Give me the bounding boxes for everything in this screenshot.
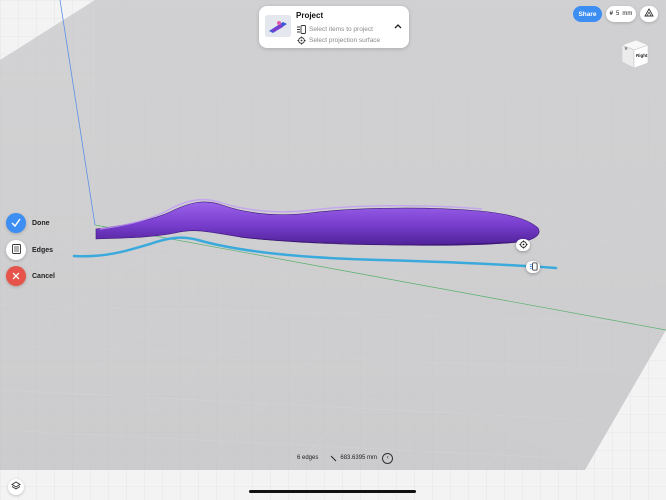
crosshair-icon [518,236,528,254]
chevron-up-icon[interactable] [393,21,403,31]
status-bar: 6 edges 683.6395 mm ‹ [297,452,394,464]
layers-icon [11,478,21,496]
grid-unit: mm [622,11,633,17]
layers-button[interactable] [8,479,24,495]
grid-value: 5 [616,11,620,17]
length-value: 683.6395 mm [340,455,378,461]
done-label: Done [32,219,50,227]
grid-size-button[interactable]: # 5 mm [606,6,636,22]
cancel-circle[interactable] [6,266,26,286]
select-surface-row[interactable]: Select projection surface [296,35,380,45]
close-icon [12,267,20,285]
select-surface-label: Select projection surface [309,36,381,44]
project-tool-thumbnail [265,15,291,37]
project-tool-panel: Project Select items to project Select p… [259,6,409,48]
grid-icon: # [609,11,613,17]
3d-viewport[interactable] [0,0,666,500]
snap-icon [644,5,654,23]
project-panel-title: Project [296,11,324,20]
edges-icon [11,241,21,259]
edges-button[interactable]: Edges [6,240,53,260]
unit-cycle-icon[interactable]: ‹ [382,452,394,464]
snap-button[interactable] [640,6,658,22]
select-items-icon [296,24,306,34]
select-items-row[interactable]: Select items to project [296,24,373,34]
project-icon [529,258,538,276]
share-button[interactable]: Share [573,6,602,22]
view-cube-face-label: Right [636,53,648,58]
done-button[interactable]: Done [6,213,50,233]
home-indicator [249,490,416,493]
cancel-button[interactable]: Cancel [6,266,55,286]
projected-items-handle[interactable] [526,261,540,273]
edges-label: Edges [32,246,54,254]
crosshair-icon [296,35,306,45]
selection-count: 6 edges [297,455,319,461]
done-circle[interactable] [6,213,26,233]
edges-circle[interactable] [6,240,26,260]
view-cube[interactable]: a Right [616,37,652,71]
cancel-label: Cancel [32,272,55,280]
measure-icon [330,455,337,462]
select-items-label: Select items to project [309,25,373,33]
checkmark-icon [11,214,21,232]
projection-surface-handle[interactable] [516,239,530,251]
